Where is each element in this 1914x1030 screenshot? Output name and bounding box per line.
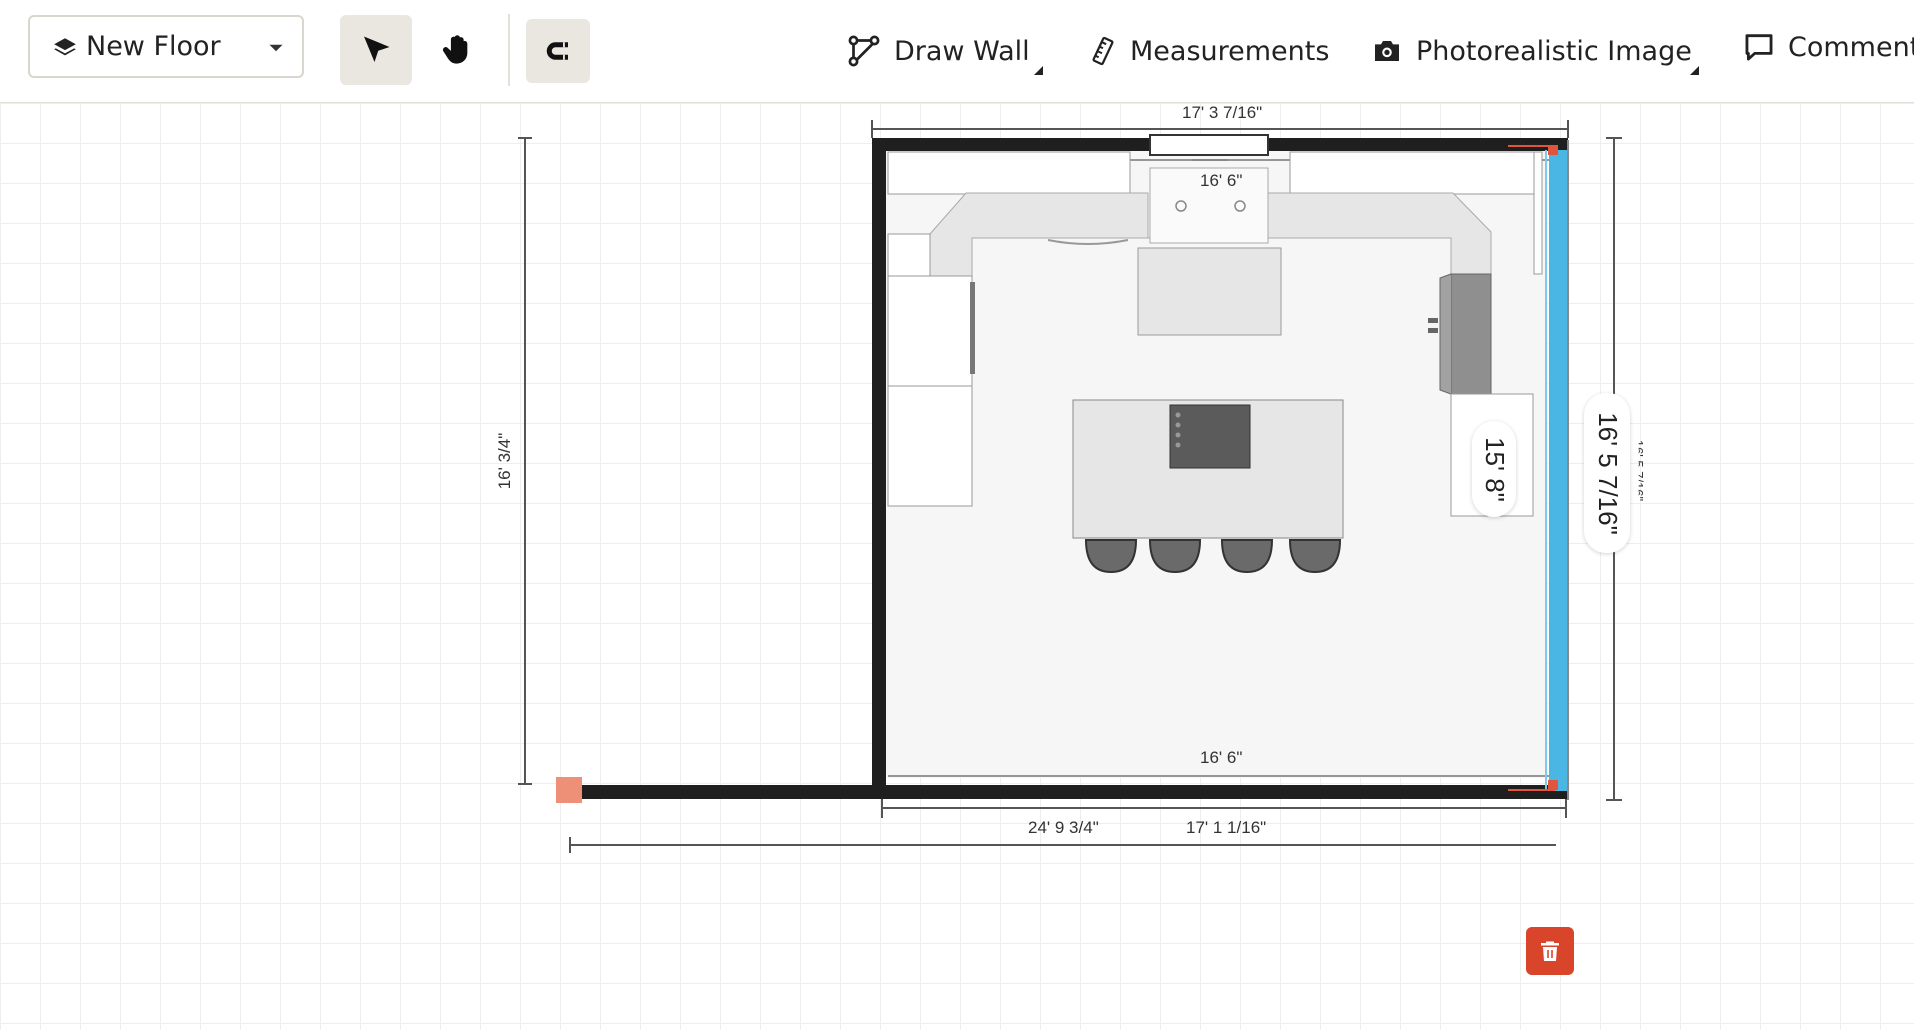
left-tall-cabinet-2 [887, 385, 973, 507]
bottom-total-dimension-line [569, 837, 1556, 853]
floor-plan-canvas[interactable]: 17' 3 7/16" 16' 6" 16' 3/4" 16' 6" 24' 9… [0, 103, 1914, 1030]
dim-right-inner-pill-label: 15' 8" [1479, 436, 1510, 502]
left-tall-cabinet-1 [887, 275, 973, 387]
wall-right-selected [1549, 150, 1567, 791]
dim-bottom-inner: 16' 6" [1200, 748, 1243, 767]
window-top [1149, 134, 1269, 156]
chevron-down-icon [269, 44, 283, 52]
pan-tool-button[interactable] [420, 15, 492, 85]
toolbar-divider [508, 14, 510, 86]
refrigerator [1450, 273, 1492, 395]
upper-cabinet-left [887, 151, 1131, 195]
floor-selector[interactable]: New Floor [28, 15, 304, 78]
dim-right-wall-pill[interactable]: 16' 5 7/16" [1584, 393, 1630, 553]
dim-bottom-right: 17' 1 1/16" [1186, 818, 1267, 837]
wall-bottom [572, 785, 1568, 799]
dim-right-wall-pill-label: 16' 5 7/16" [1592, 411, 1623, 535]
dishwasher [1137, 247, 1282, 336]
photorealistic-image-label: Photorealistic Image [1416, 35, 1692, 67]
wall-endpoint-handle[interactable] [556, 777, 582, 803]
left-dimension-line [518, 137, 532, 785]
draw-wall-more-indicator [1034, 66, 1043, 75]
select-tool-button[interactable] [340, 15, 412, 85]
photo-more-indicator [1690, 66, 1699, 75]
hand-icon [442, 35, 468, 64]
comment-label: Comment [1788, 31, 1914, 63]
snap-toggle-button[interactable] [526, 19, 590, 83]
pointer-icon [364, 36, 390, 62]
top-toolbar: New Floor Draw Wall Measurements Photore… [0, 0, 1914, 103]
dim-top-inner: 16' 6" [1200, 171, 1243, 190]
measurements-label: Measurements [1130, 35, 1330, 67]
dim-left-height: 16' 3/4" [495, 432, 514, 490]
delete-wall-button[interactable] [1526, 927, 1574, 975]
draw-wall-label: Draw Wall [894, 35, 1030, 67]
layers-icon [54, 38, 76, 56]
left-cabinet-small [887, 233, 931, 277]
dim-right-inner-pill[interactable]: 15' 8" [1472, 421, 1516, 517]
tall-panel-right [1533, 151, 1543, 275]
photorealistic-image-button[interactable]: Photorealistic Image [1370, 26, 1692, 76]
wall-left [872, 138, 886, 793]
magnet-icon [546, 42, 568, 60]
dim-top-outer: 17' 3 7/16" [1182, 103, 1263, 122]
trash-icon [1541, 941, 1559, 961]
dim-bottom-left: 24' 9 3/4" [1028, 818, 1099, 837]
measurements-button[interactable]: Measurements [1088, 26, 1329, 76]
ruler-icon [1092, 36, 1114, 66]
comment-icon [1745, 34, 1773, 61]
comment-button[interactable]: Comment [1742, 22, 1914, 72]
floor-plan-drawing [518, 120, 1622, 853]
upper-cabinet-right [1289, 151, 1535, 195]
bottom-room-dimension-line [881, 798, 1567, 818]
draw-wall-button[interactable]: Draw Wall [846, 26, 1030, 76]
draw-wall-icon [848, 35, 880, 67]
island-cooktop [1169, 404, 1251, 469]
floor-selector-label: New Floor [86, 31, 221, 62]
camera-icon [1375, 41, 1399, 61]
